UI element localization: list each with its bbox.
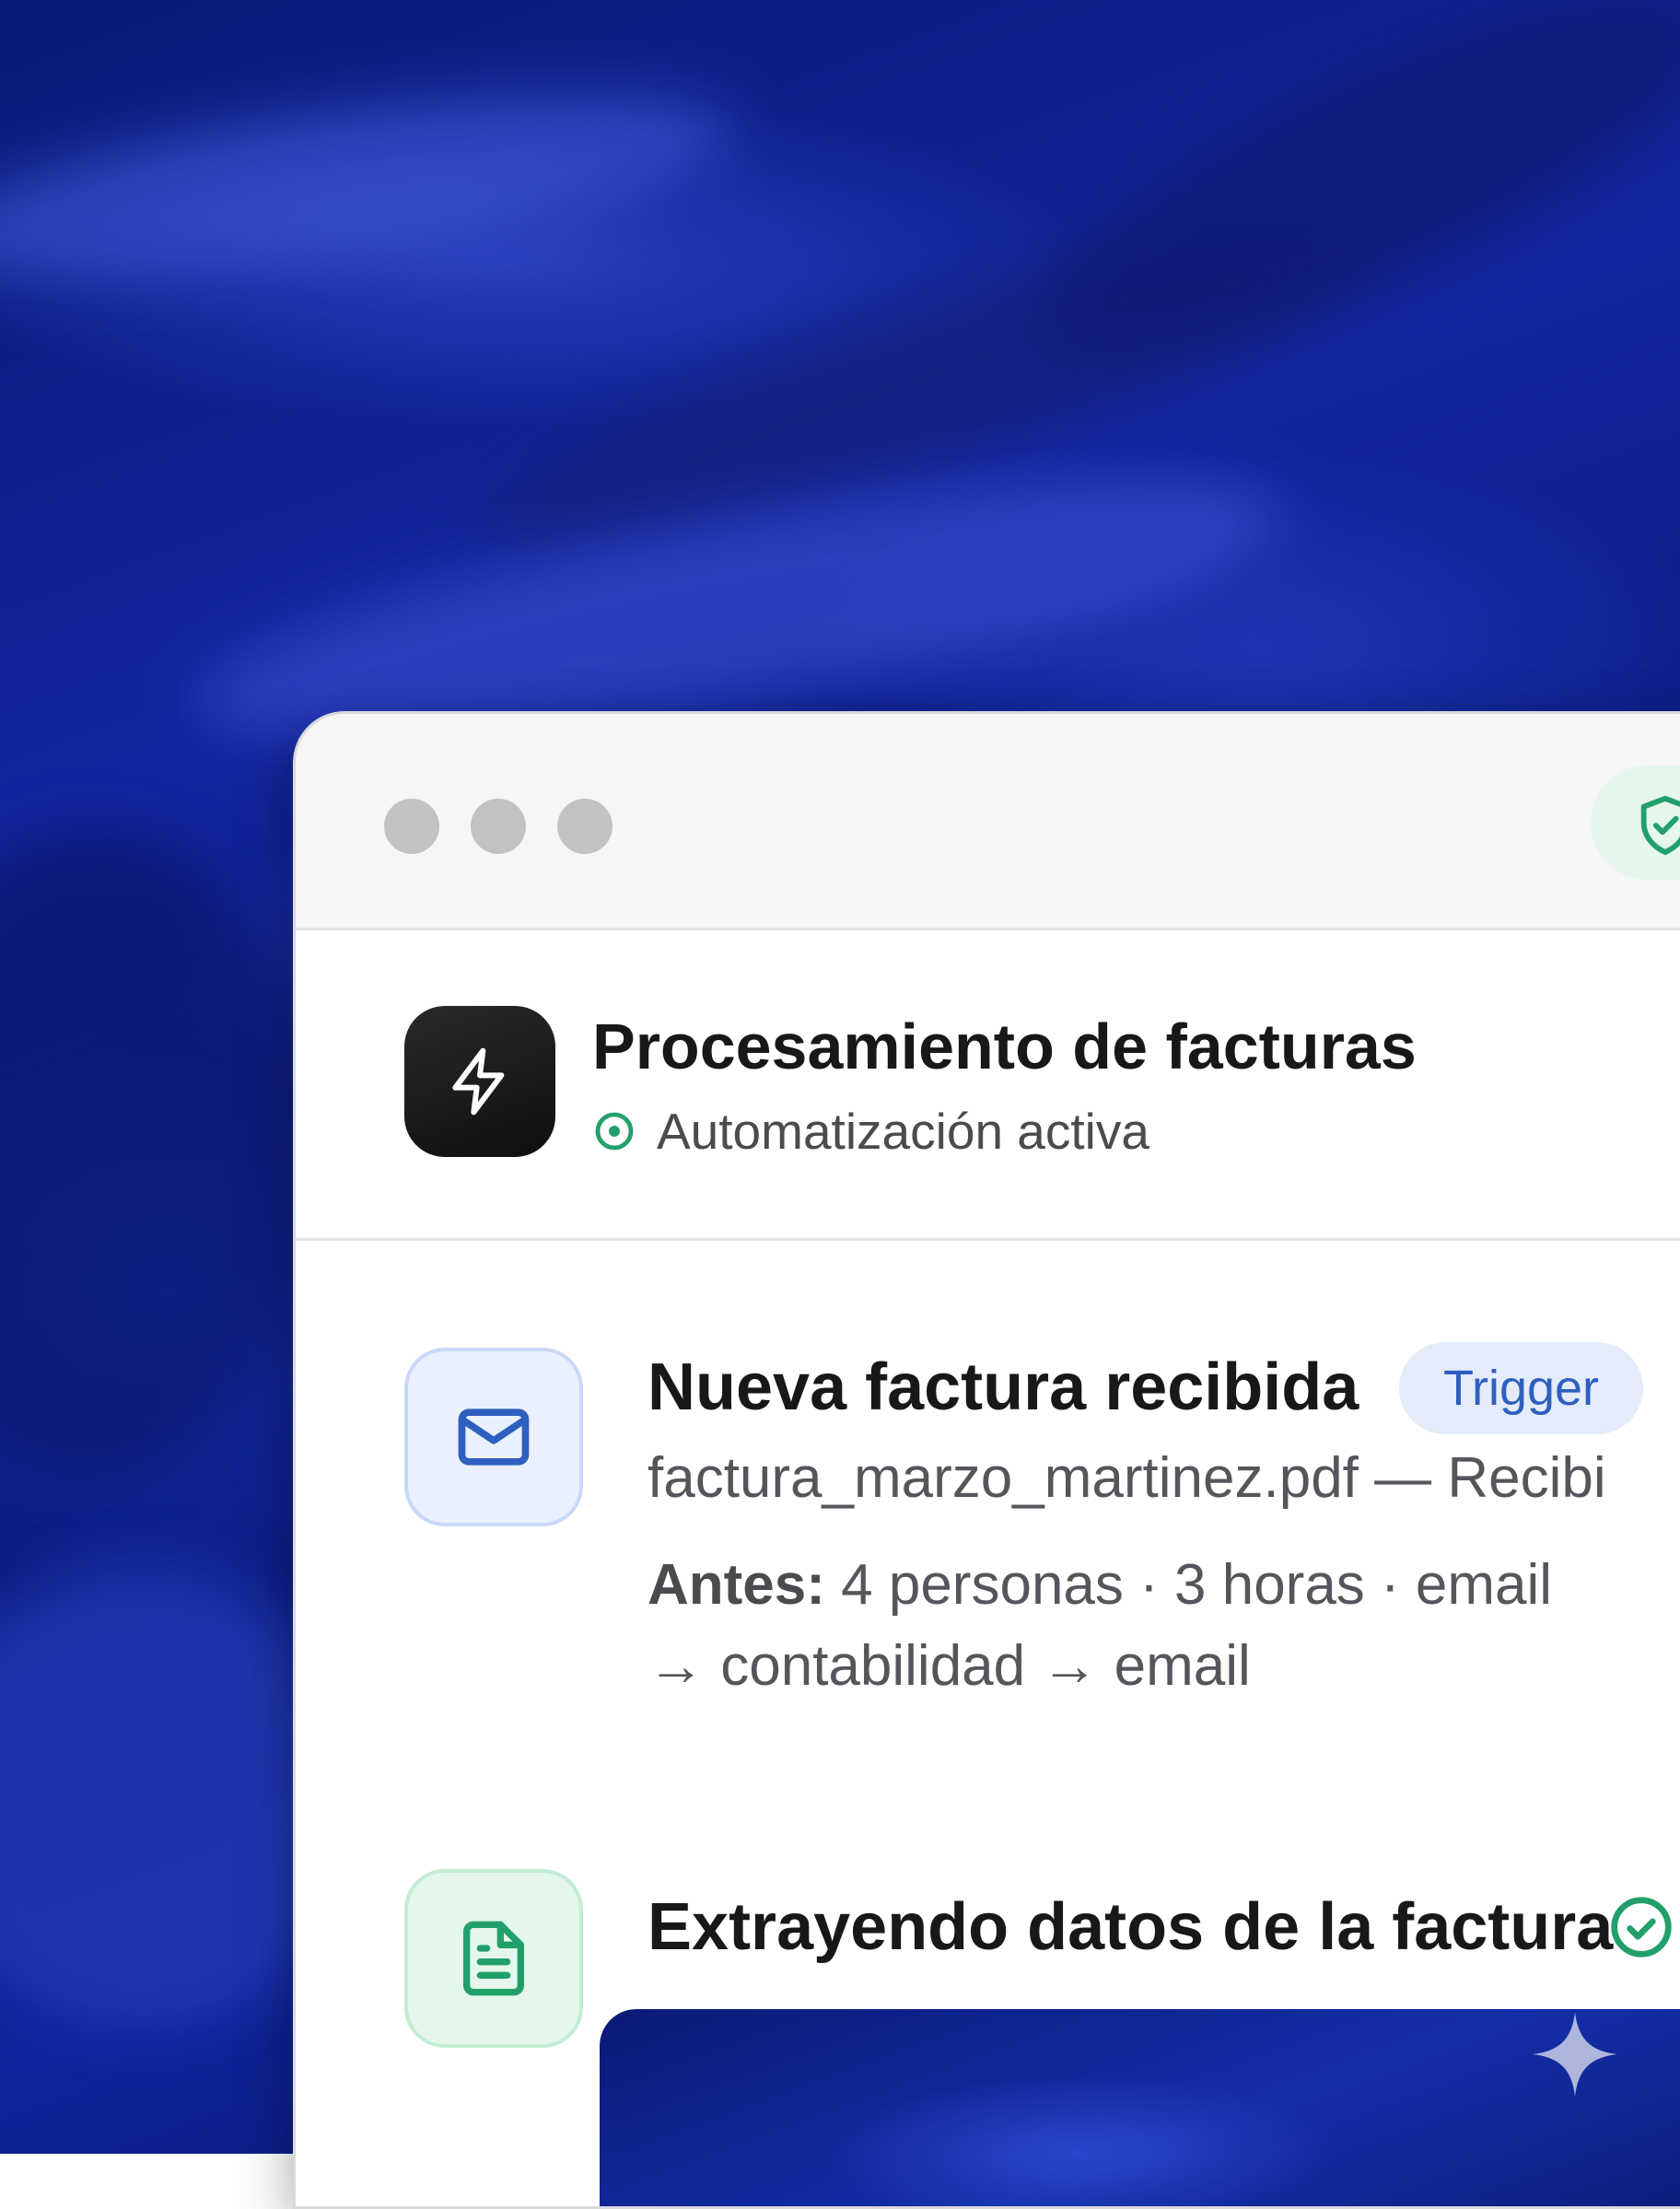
title-bar: [296, 714, 1680, 930]
trigger-badge: Trigger: [1399, 1342, 1644, 1434]
before-description: Antes: 4 personas · 3 horas · email → co…: [648, 1545, 1605, 1707]
security-badge[interactable]: [1591, 766, 1680, 880]
shield-check-icon: [1640, 795, 1680, 856]
document-icon: [463, 1921, 524, 1996]
automation-status: Automatización activa: [592, 1102, 1149, 1161]
step-trigger-title: Nueva factura recibida: [648, 1350, 1359, 1424]
step-extract-title: Extrayendo datos de la factura: [648, 1890, 1614, 1964]
app-window: Procesamiento de facturas Automatización…: [293, 711, 1680, 2209]
lightning-icon: [452, 1047, 505, 1116]
before-label: Antes:: [648, 1553, 825, 1617]
step-trigger-icon-tile: [404, 1348, 583, 1526]
window-minimize-button[interactable]: [471, 799, 526, 854]
active-status-icon: [595, 1112, 634, 1151]
extraction-preview-panel: [600, 2009, 1680, 2206]
automation-status-label: Automatización activa: [657, 1103, 1149, 1160]
invoice-filename[interactable]: factura_marzo_martinez.pdf — Recibi: [648, 1445, 1606, 1511]
app-icon: [404, 1006, 555, 1157]
automation-header: Procesamiento de facturas Automatización…: [296, 930, 1680, 1241]
window-close-button[interactable]: [384, 799, 439, 854]
automation-title: Procesamiento de facturas: [592, 1011, 1417, 1082]
window-maximize-button[interactable]: [557, 799, 612, 854]
sparkle-icon: [1533, 2012, 1617, 2097]
mail-icon: [458, 1408, 530, 1466]
step-extract-icon-tile: [404, 1869, 583, 2048]
check-circle-icon: [1611, 1897, 1672, 1958]
